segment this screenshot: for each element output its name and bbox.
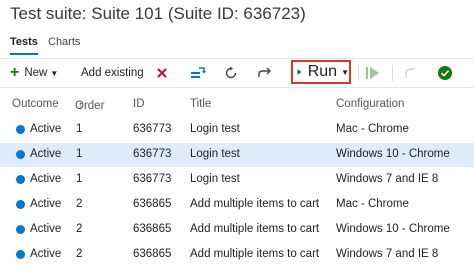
close-icon [157, 68, 167, 78]
pass-button[interactable] [438, 59, 452, 87]
run-button-label: Run [307, 63, 338, 80]
toolbar-separator [358, 65, 359, 81]
cell-configuration: Windows 7 and IE 8 [336, 173, 439, 185]
cell-order: 1 [76, 123, 83, 135]
table-row[interactable]: Active 2 636865 Add multiple items to ca… [0, 218, 474, 242]
active-status-icon [16, 200, 25, 209]
cell-configuration: Mac - Chrome [336, 123, 409, 135]
toolbar-separator [392, 65, 393, 81]
toolbar: + New ▼ Add existing Run ▼ [0, 58, 474, 88]
new-button-label: New [24, 67, 48, 79]
column-header-outcome[interactable]: Outcome [12, 98, 59, 110]
redo-button[interactable] [257, 59, 271, 87]
refresh-icon [225, 66, 237, 79]
active-status-icon [16, 125, 25, 134]
cell-order: 2 [76, 198, 83, 210]
cell-outcome: Active [30, 148, 62, 160]
active-status-icon [16, 225, 25, 234]
cell-outcome: Active [30, 223, 62, 235]
active-status-icon [16, 250, 25, 259]
table-row[interactable]: Active 1 636773 Login test Mac - Chrome [0, 118, 474, 142]
move-button[interactable] [190, 59, 206, 87]
cell-title: Add multiple items to cart [190, 223, 320, 235]
new-button[interactable]: + New ▼ [10, 59, 58, 87]
cell-order: 1 [76, 148, 83, 160]
table-row[interactable]: Active 2 636865 Add multiple items to ca… [0, 243, 474, 267]
remove-button[interactable] [156, 59, 168, 87]
table-row[interactable]: Active 2 636865 Add multiple items to ca… [0, 193, 474, 217]
cell-id: 636773 [133, 173, 172, 185]
table-row[interactable]: Active 1 636773 Login test Windows 7 and… [0, 168, 474, 192]
cell-id: 636865 [133, 223, 172, 235]
tab-tests[interactable]: Tests [10, 36, 38, 55]
cell-order: 2 [76, 248, 83, 260]
play-step-icon [366, 67, 379, 79]
column-header-title[interactable]: Title [190, 98, 211, 110]
move-icon [191, 67, 206, 78]
plus-icon: + [10, 64, 20, 81]
cell-outcome: Active [30, 123, 62, 135]
cell-id: 636865 [133, 198, 172, 210]
column-header-configuration[interactable]: Configuration [336, 98, 404, 110]
reset-icon [405, 68, 415, 78]
cell-configuration: Windows 10 - Chrome [336, 223, 450, 235]
active-status-icon [16, 175, 25, 184]
cell-id: 636773 [133, 123, 172, 135]
add-existing-button[interactable]: Add existing [81, 59, 144, 87]
cell-order: 1 [76, 173, 83, 185]
cell-configuration: Windows 10 - Chrome [336, 148, 450, 160]
play-icon [297, 69, 302, 75]
cell-title: Add multiple items to cart [190, 198, 320, 210]
page-title: Test suite: Suite 101 (Suite ID: 636723) [10, 4, 306, 23]
run-with-options-button[interactable] [366, 59, 380, 87]
check-circle-icon [438, 66, 452, 80]
run-button[interactable]: Run ▼ [291, 60, 351, 84]
caret-down-icon: ▼ [50, 68, 59, 78]
active-status-icon [16, 150, 25, 159]
cell-title: Login test [190, 173, 240, 185]
table-row[interactable]: Active 1 636773 Login test Windows 10 - … [0, 143, 474, 167]
cell-configuration: Windows 7 and IE 8 [336, 248, 439, 260]
sort-ascending-icon: ↑ [78, 100, 84, 112]
cell-title: Add multiple items to cart [190, 248, 320, 260]
redo-icon [258, 67, 271, 77]
column-header-id[interactable]: ID [133, 98, 145, 110]
cell-outcome: Active [30, 248, 62, 260]
table-header: Outcome Order ↑ ID Title Configuration [0, 96, 474, 116]
cell-order: 2 [76, 223, 83, 235]
cell-title: Login test [190, 148, 240, 160]
cell-id: 636773 [133, 148, 172, 160]
cell-outcome: Active [30, 198, 62, 210]
tab-charts[interactable]: Charts [48, 36, 80, 48]
reset-button[interactable] [404, 59, 416, 87]
caret-down-icon: ▼ [341, 67, 349, 77]
cell-title: Login test [190, 123, 240, 135]
cell-id: 636865 [133, 248, 172, 260]
cell-configuration: Mac - Chrome [336, 198, 409, 210]
cell-outcome: Active [30, 173, 62, 185]
refresh-button[interactable] [224, 59, 238, 87]
